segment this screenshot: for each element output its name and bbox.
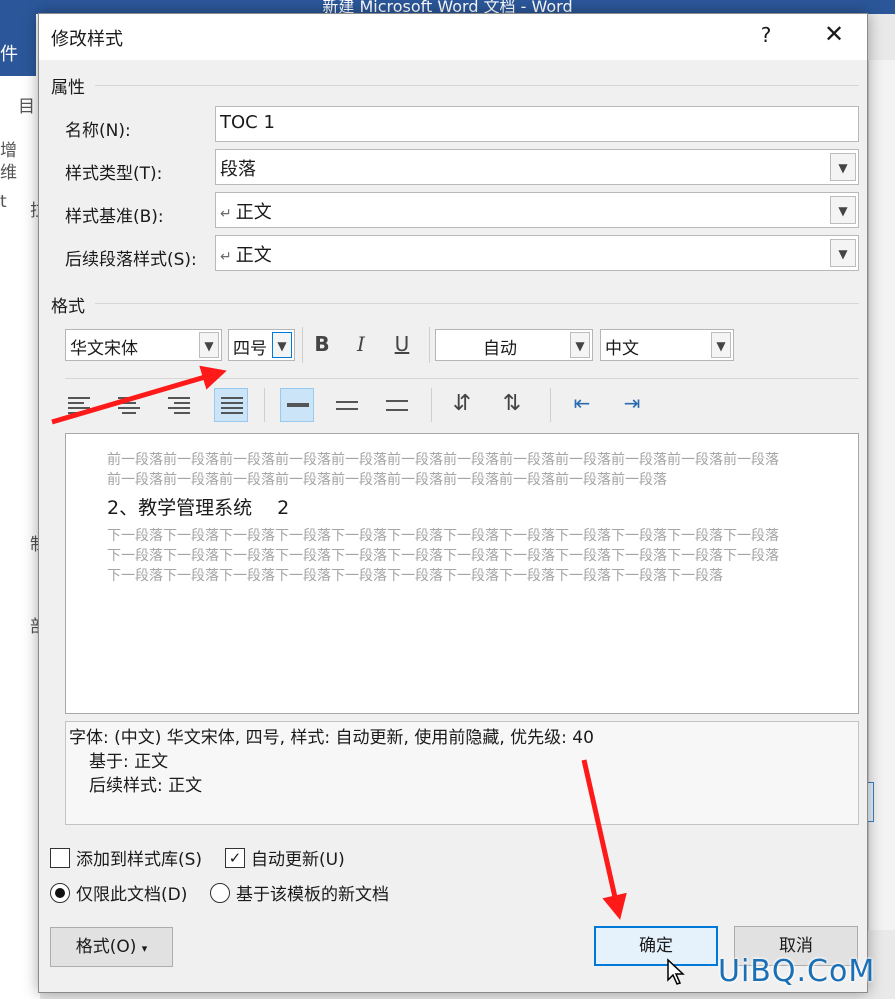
- paragraph-mark-icon: ↵: [220, 249, 232, 265]
- single-spacing-button[interactable]: [280, 388, 314, 422]
- toolbar-separator: [550, 388, 551, 422]
- background-fragment: 目: [18, 97, 35, 117]
- double-spacing-button[interactable]: [380, 388, 414, 422]
- bold-button[interactable]: B: [309, 332, 335, 356]
- format-button-label: 格式(O): [75, 937, 137, 957]
- italic-button[interactable]: I: [348, 332, 374, 356]
- new-documents-template-label: 基于该模板的新文档: [236, 885, 389, 905]
- dropdown-caret-icon: ▾: [141, 942, 148, 955]
- next-style-label: 后续段落样式(S):: [65, 250, 197, 270]
- align-center-button[interactable]: [112, 388, 146, 422]
- radio-circle: [210, 882, 230, 903]
- paragraph-mark-icon: ↵: [220, 206, 232, 222]
- description-line: 基于: 正文: [89, 752, 169, 772]
- font-size-select[interactable]: 四号 ▼: [228, 329, 295, 361]
- format-heading: 格式: [51, 297, 85, 317]
- dialog-title: 修改样式: [51, 29, 123, 50]
- dialog-titlebar: 修改样式 ? ✕: [39, 14, 867, 60]
- background-fragment: t: [0, 192, 7, 212]
- name-label: 名称(N):: [65, 121, 131, 141]
- background-window-title: 新建 Microsoft Word 文档 - Word: [0, 0, 895, 14]
- toolbar-separator: [302, 327, 303, 363]
- style-preview: 前一段落前一段落前一段落前一段落前一段落前一段落前一段落前一段落前一段落前一段落…: [65, 433, 859, 714]
- section-divider: [95, 85, 859, 86]
- preview-sample-text: 2、教学管理系统 2: [107, 497, 290, 519]
- justify-button[interactable]: [214, 388, 248, 422]
- name-value: TOC 1: [220, 112, 275, 133]
- section-divider: [95, 303, 859, 304]
- watermark: UiBQ.CoM: [718, 954, 876, 989]
- next-style-select[interactable]: ↵ 正文 ▼: [215, 235, 859, 271]
- auto-update-checkbox[interactable]: ✓ 自动更新(U): [225, 845, 345, 870]
- ok-button[interactable]: 确定: [594, 926, 718, 966]
- mouse-cursor-icon: [667, 958, 685, 985]
- font-value: 华文宋体: [70, 339, 138, 359]
- format-menu-button[interactable]: 格式(O) ▾: [50, 927, 173, 967]
- decrease-paragraph-spacing-icon[interactable]: ⇅: [497, 391, 527, 416]
- description-line: 后续样式: 正文: [89, 776, 203, 796]
- style-type-label: 样式类型(T):: [65, 164, 163, 184]
- this-document-only-radio[interactable]: 仅限此文档(D): [50, 880, 187, 905]
- description-line: 字体: (中文) 华文宋体, 四号, 样式: 自动更新, 使用前隐藏, 优先级:…: [69, 728, 594, 748]
- add-to-gallery-checkbox[interactable]: 添加到样式库(S): [50, 845, 202, 870]
- language-select[interactable]: 中文 ▼: [600, 329, 734, 361]
- new-documents-template-radio[interactable]: 基于该模板的新文档: [210, 880, 389, 905]
- align-left-button[interactable]: [62, 388, 96, 422]
- next-style-value: 正文: [235, 245, 272, 266]
- close-icon[interactable]: ✕: [817, 20, 851, 48]
- toolbar-separator: [264, 388, 265, 422]
- chevron-down-icon[interactable]: ▼: [830, 153, 856, 181]
- underline-button[interactable]: U: [389, 332, 415, 356]
- file-tab-label: 件: [0, 44, 18, 65]
- preview-next-paragraph: 下一段落下一段落下一段落下一段落下一段落下一段落下一段落下一段落下一段落下一段落…: [107, 528, 779, 584]
- style-type-select[interactable]: 段落 ▼: [215, 149, 859, 185]
- style-description: 字体: (中文) 华文宋体, 四号, 样式: 自动更新, 使用前隐藏, 优先级:…: [65, 721, 859, 825]
- radio-circle: [50, 882, 70, 903]
- chevron-down-icon[interactable]: ▼: [830, 196, 856, 224]
- add-to-gallery-label: 添加到样式库(S): [76, 850, 203, 870]
- style-type-value: 段落: [220, 159, 256, 180]
- properties-heading: 属性: [51, 78, 85, 98]
- auto-update-label: 自动更新(U): [251, 850, 345, 870]
- checkbox-box: [50, 847, 70, 868]
- one-half-spacing-button[interactable]: [330, 388, 364, 422]
- language-value: 中文: [605, 339, 639, 359]
- preview-previous-paragraph: 前一段落前一段落前一段落前一段落前一段落前一段落前一段落前一段落前一段落前一段落…: [107, 452, 779, 488]
- increase-paragraph-spacing-icon[interactable]: ⇵: [447, 391, 477, 416]
- align-right-button[interactable]: [162, 388, 196, 422]
- chevron-down-icon[interactable]: ▼: [570, 332, 590, 358]
- chevron-down-icon[interactable]: ▼: [199, 332, 219, 358]
- background-file-tab[interactable]: 件: [0, 14, 36, 76]
- toolbar-divider: [65, 378, 859, 379]
- background-fragment: 维: [0, 163, 17, 183]
- decrease-indent-icon[interactable]: ⇤: [567, 391, 597, 415]
- help-icon[interactable]: ?: [751, 23, 781, 47]
- name-input[interactable]: TOC 1: [215, 106, 859, 142]
- toolbar-separator: [429, 327, 430, 363]
- font-color-select[interactable]: 自动 ▼: [435, 329, 593, 361]
- chevron-down-icon[interactable]: ▼: [830, 239, 856, 267]
- font-color-value: 自动: [483, 339, 517, 359]
- toolbar-separator: [431, 388, 432, 422]
- based-on-label: 样式基准(B):: [65, 207, 164, 227]
- font-size-value: 四号: [233, 339, 267, 359]
- chevron-down-icon[interactable]: ▼: [711, 332, 731, 358]
- chevron-down-icon[interactable]: ▼: [272, 332, 292, 358]
- increase-indent-icon[interactable]: ⇥: [617, 391, 647, 415]
- based-on-value: 正文: [235, 202, 272, 223]
- font-select[interactable]: 华文宋体 ▼: [65, 329, 222, 361]
- this-document-only-label: 仅限此文档(D): [76, 885, 188, 905]
- checkmark-icon: ✓: [225, 847, 245, 868]
- based-on-select[interactable]: ↵ 正文 ▼: [215, 192, 859, 228]
- modify-style-dialog: 修改样式 ? ✕ 属性 名称(N): TOC 1 样式类型(T): 段落 ▼ 样…: [38, 13, 868, 993]
